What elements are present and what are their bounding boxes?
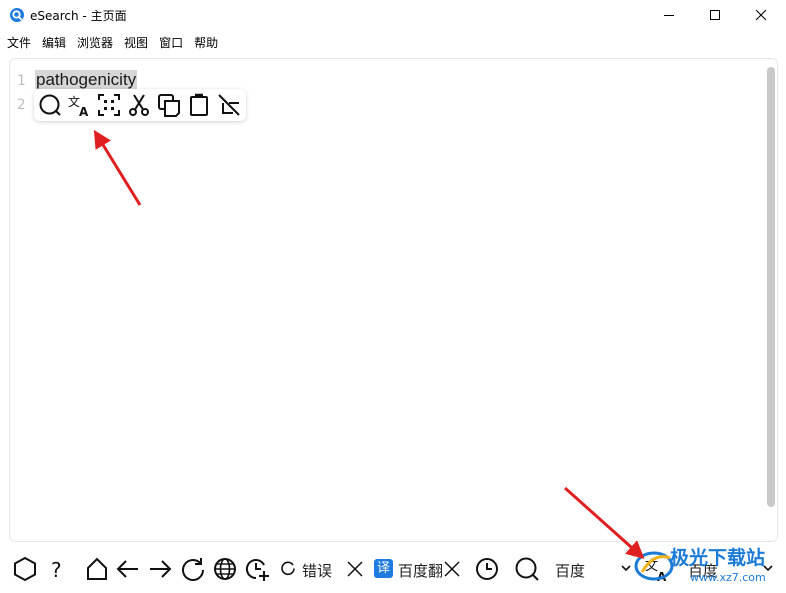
maximize-button[interactable] [692, 0, 738, 30]
menu-bar: 文件 编辑 浏览器 视图 窗口 帮助 [0, 31, 222, 53]
tab-close-icon[interactable] [443, 560, 461, 578]
line-number: 1 [17, 73, 26, 89]
paste-icon[interactable] [187, 93, 211, 117]
maximize-icon [710, 10, 720, 20]
tab-close-icon[interactable] [346, 560, 364, 578]
home-icon[interactable] [84, 556, 110, 582]
selection-toolbar: 文 A [34, 89, 246, 121]
selected-text[interactable]: pathogenicity [35, 70, 138, 89]
close-icon [755, 9, 767, 21]
help-icon[interactable]: ? [44, 556, 70, 582]
ocr-scan-icon[interactable] [97, 93, 121, 117]
search-icon[interactable] [38, 93, 62, 117]
tab-error-label[interactable]: 错误 [302, 560, 332, 581]
app-logo-icon [10, 8, 24, 22]
line-numbers: 1 2 [17, 69, 25, 117]
title-bar: eSearch - 主页面 [0, 0, 786, 30]
cut-icon[interactable] [127, 93, 151, 117]
chevron-down-icon[interactable] [620, 562, 632, 574]
line-number: 2 [17, 97, 26, 113]
globe-icon[interactable] [212, 556, 238, 582]
back-arrow-icon[interactable] [115, 556, 141, 582]
clear-format-icon[interactable] [217, 93, 241, 117]
tab-translate-label[interactable]: 百度翻 [398, 560, 442, 581]
translate-badge-icon: 译 [374, 559, 393, 578]
watermark-text: 极光下载站 [670, 547, 766, 569]
menu-edit[interactable]: 编辑 [35, 31, 70, 53]
window-title: eSearch - 主页面 [30, 9, 127, 23]
search-engine-select[interactable]: 百度 [555, 560, 585, 581]
forward-arrow-icon[interactable] [147, 556, 173, 582]
copy-icon[interactable] [157, 93, 181, 117]
history-icon[interactable] [474, 556, 500, 582]
svg-text:A: A [79, 105, 89, 117]
watermark-url: www.xz7.com [690, 571, 766, 584]
menu-help[interactable]: 帮助 [187, 31, 222, 53]
menu-browser[interactable]: 浏览器 [70, 31, 117, 53]
loading-icon [281, 561, 295, 576]
text-editor[interactable]: 1 2 pathogenicity [9, 58, 778, 542]
close-button[interactable] [738, 0, 784, 30]
menu-view[interactable]: 视图 [117, 31, 152, 53]
history-add-icon[interactable] [244, 556, 270, 582]
menu-window[interactable]: 窗口 [152, 31, 187, 53]
vertical-scrollbar[interactable] [767, 67, 775, 507]
hexagon-icon[interactable] [12, 556, 38, 582]
svg-text:?: ? [51, 558, 62, 582]
menu-file[interactable]: 文件 [0, 31, 35, 53]
search-icon[interactable] [514, 556, 540, 582]
minimize-button[interactable] [646, 0, 692, 30]
translate-icon[interactable]: 文 A [67, 93, 91, 117]
minimize-icon [664, 15, 674, 16]
refresh-icon[interactable] [180, 556, 206, 582]
